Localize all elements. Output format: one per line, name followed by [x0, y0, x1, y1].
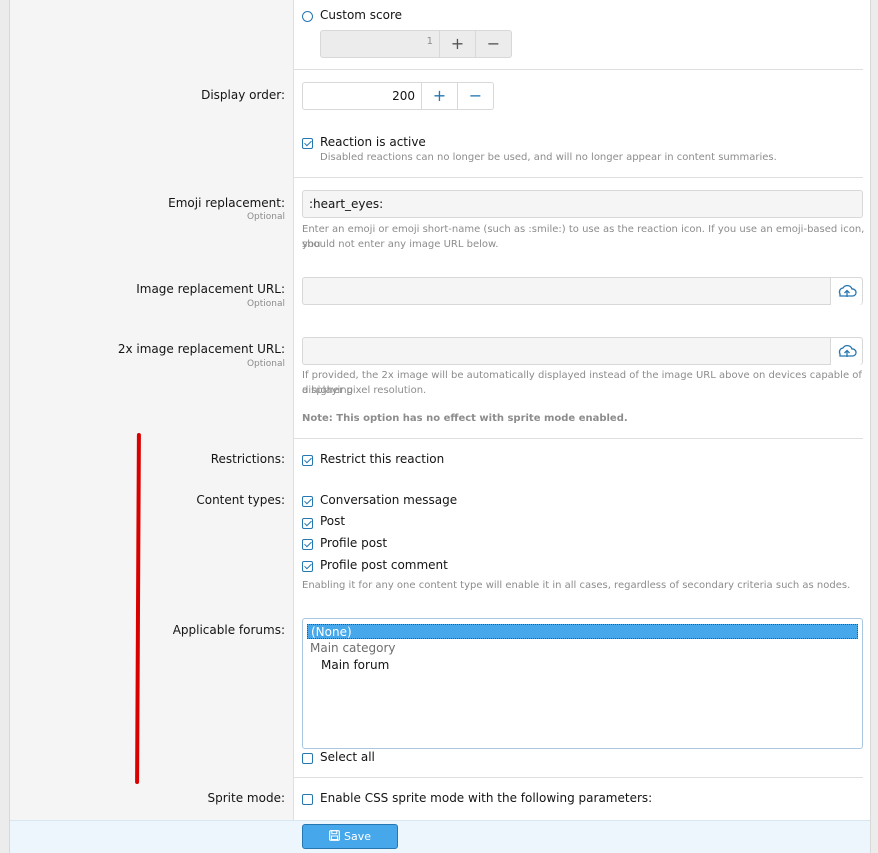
display-order-minus-button[interactable]: −	[458, 82, 494, 110]
custom-score-minus-button[interactable]: −	[476, 30, 512, 58]
upload-icon	[838, 344, 857, 357]
image-url-input[interactable]	[302, 277, 863, 305]
divider	[293, 69, 863, 70]
emoji-replacement-label: Emoji replacement:	[168, 196, 285, 210]
display-order-input[interactable]: 200	[302, 82, 422, 110]
sprite-mode-label: Sprite mode:	[207, 791, 285, 805]
divider	[293, 438, 863, 439]
upload-icon	[838, 284, 857, 297]
image-url-2x-optional-label: Optional	[246, 359, 285, 369]
reaction-active-label: Reaction is active	[320, 135, 426, 149]
sprite-mode-option-label: Enable CSS sprite mode with the followin…	[320, 791, 653, 805]
save-button[interactable]: Save	[302, 824, 398, 849]
applicable-forums-label: Applicable forums:	[172, 623, 285, 637]
forums-listbox[interactable]: (None) Main category Main forum	[302, 618, 863, 749]
select-all-label: Select all	[320, 750, 375, 764]
sprite-mode-checkbox[interactable]	[302, 794, 313, 805]
label-column	[10, 0, 294, 820]
emoji-hint-line2: should not enter any image URL below.	[302, 239, 499, 250]
content-type-label: Post	[320, 514, 346, 528]
custom-score-plus-button[interactable]: +	[440, 30, 476, 58]
content-type-label: Profile post comment	[320, 558, 448, 572]
reaction-active-hint: Disabled reactions can no longer be used…	[320, 152, 777, 163]
custom-score-input[interactable]: 1	[320, 30, 440, 58]
sprite-note: Note: This option has no effect with spr…	[302, 413, 628, 424]
content-type-checkbox[interactable]	[302, 496, 313, 507]
select-all-checkbox[interactable]	[302, 753, 313, 764]
image-url-2x-hint-line2: a higher pixel resolution.	[302, 385, 427, 396]
minus-icon: −	[468, 86, 483, 105]
content-type-checkbox[interactable]	[302, 539, 313, 550]
divider	[293, 777, 863, 778]
display-order-label: Display order:	[201, 88, 285, 102]
image-url-label: Image replacement URL:	[136, 282, 285, 296]
save-button-label: Save	[343, 830, 371, 843]
plus-icon: +	[450, 34, 465, 53]
forum-option-none[interactable]: (None)	[307, 624, 858, 639]
save-icon	[329, 830, 340, 841]
display-order-plus-button[interactable]: +	[422, 82, 458, 110]
image-url-2x-label: 2x image replacement URL:	[117, 342, 285, 356]
minus-icon: −	[486, 34, 501, 53]
forum-option-forum[interactable]: Main forum	[307, 658, 858, 673]
image-url-2x-input[interactable]	[302, 337, 863, 365]
custom-score-label: Custom score	[320, 8, 403, 22]
form-footer	[10, 820, 870, 853]
image-url-upload-button[interactable]	[830, 278, 862, 305]
reaction-active-checkbox[interactable]	[302, 138, 313, 149]
emoji-optional-label: Optional	[246, 212, 285, 222]
divider	[293, 177, 863, 178]
custom-score-radio[interactable]	[302, 11, 313, 22]
content-type-checkbox[interactable]	[302, 518, 313, 529]
content-types-label: Content types:	[196, 493, 285, 507]
image-url-optional-label: Optional	[246, 299, 285, 309]
emoji-input[interactable]: :heart_eyes:	[302, 190, 863, 218]
content-types-hint: Enabling it for any one content type wil…	[302, 580, 851, 591]
image-url-2x-upload-button[interactable]	[830, 338, 862, 365]
restrict-reaction-label: Restrict this reaction	[320, 452, 445, 466]
restrictions-label: Restrictions:	[210, 452, 285, 466]
content-type-label: Conversation message	[320, 493, 458, 507]
plus-icon: +	[432, 86, 447, 105]
content-type-checkbox[interactable]	[302, 561, 313, 572]
forum-option-category[interactable]: Main category	[307, 641, 858, 656]
content-type-label: Profile post	[320, 536, 388, 550]
restrict-reaction-checkbox[interactable]	[302, 455, 313, 466]
